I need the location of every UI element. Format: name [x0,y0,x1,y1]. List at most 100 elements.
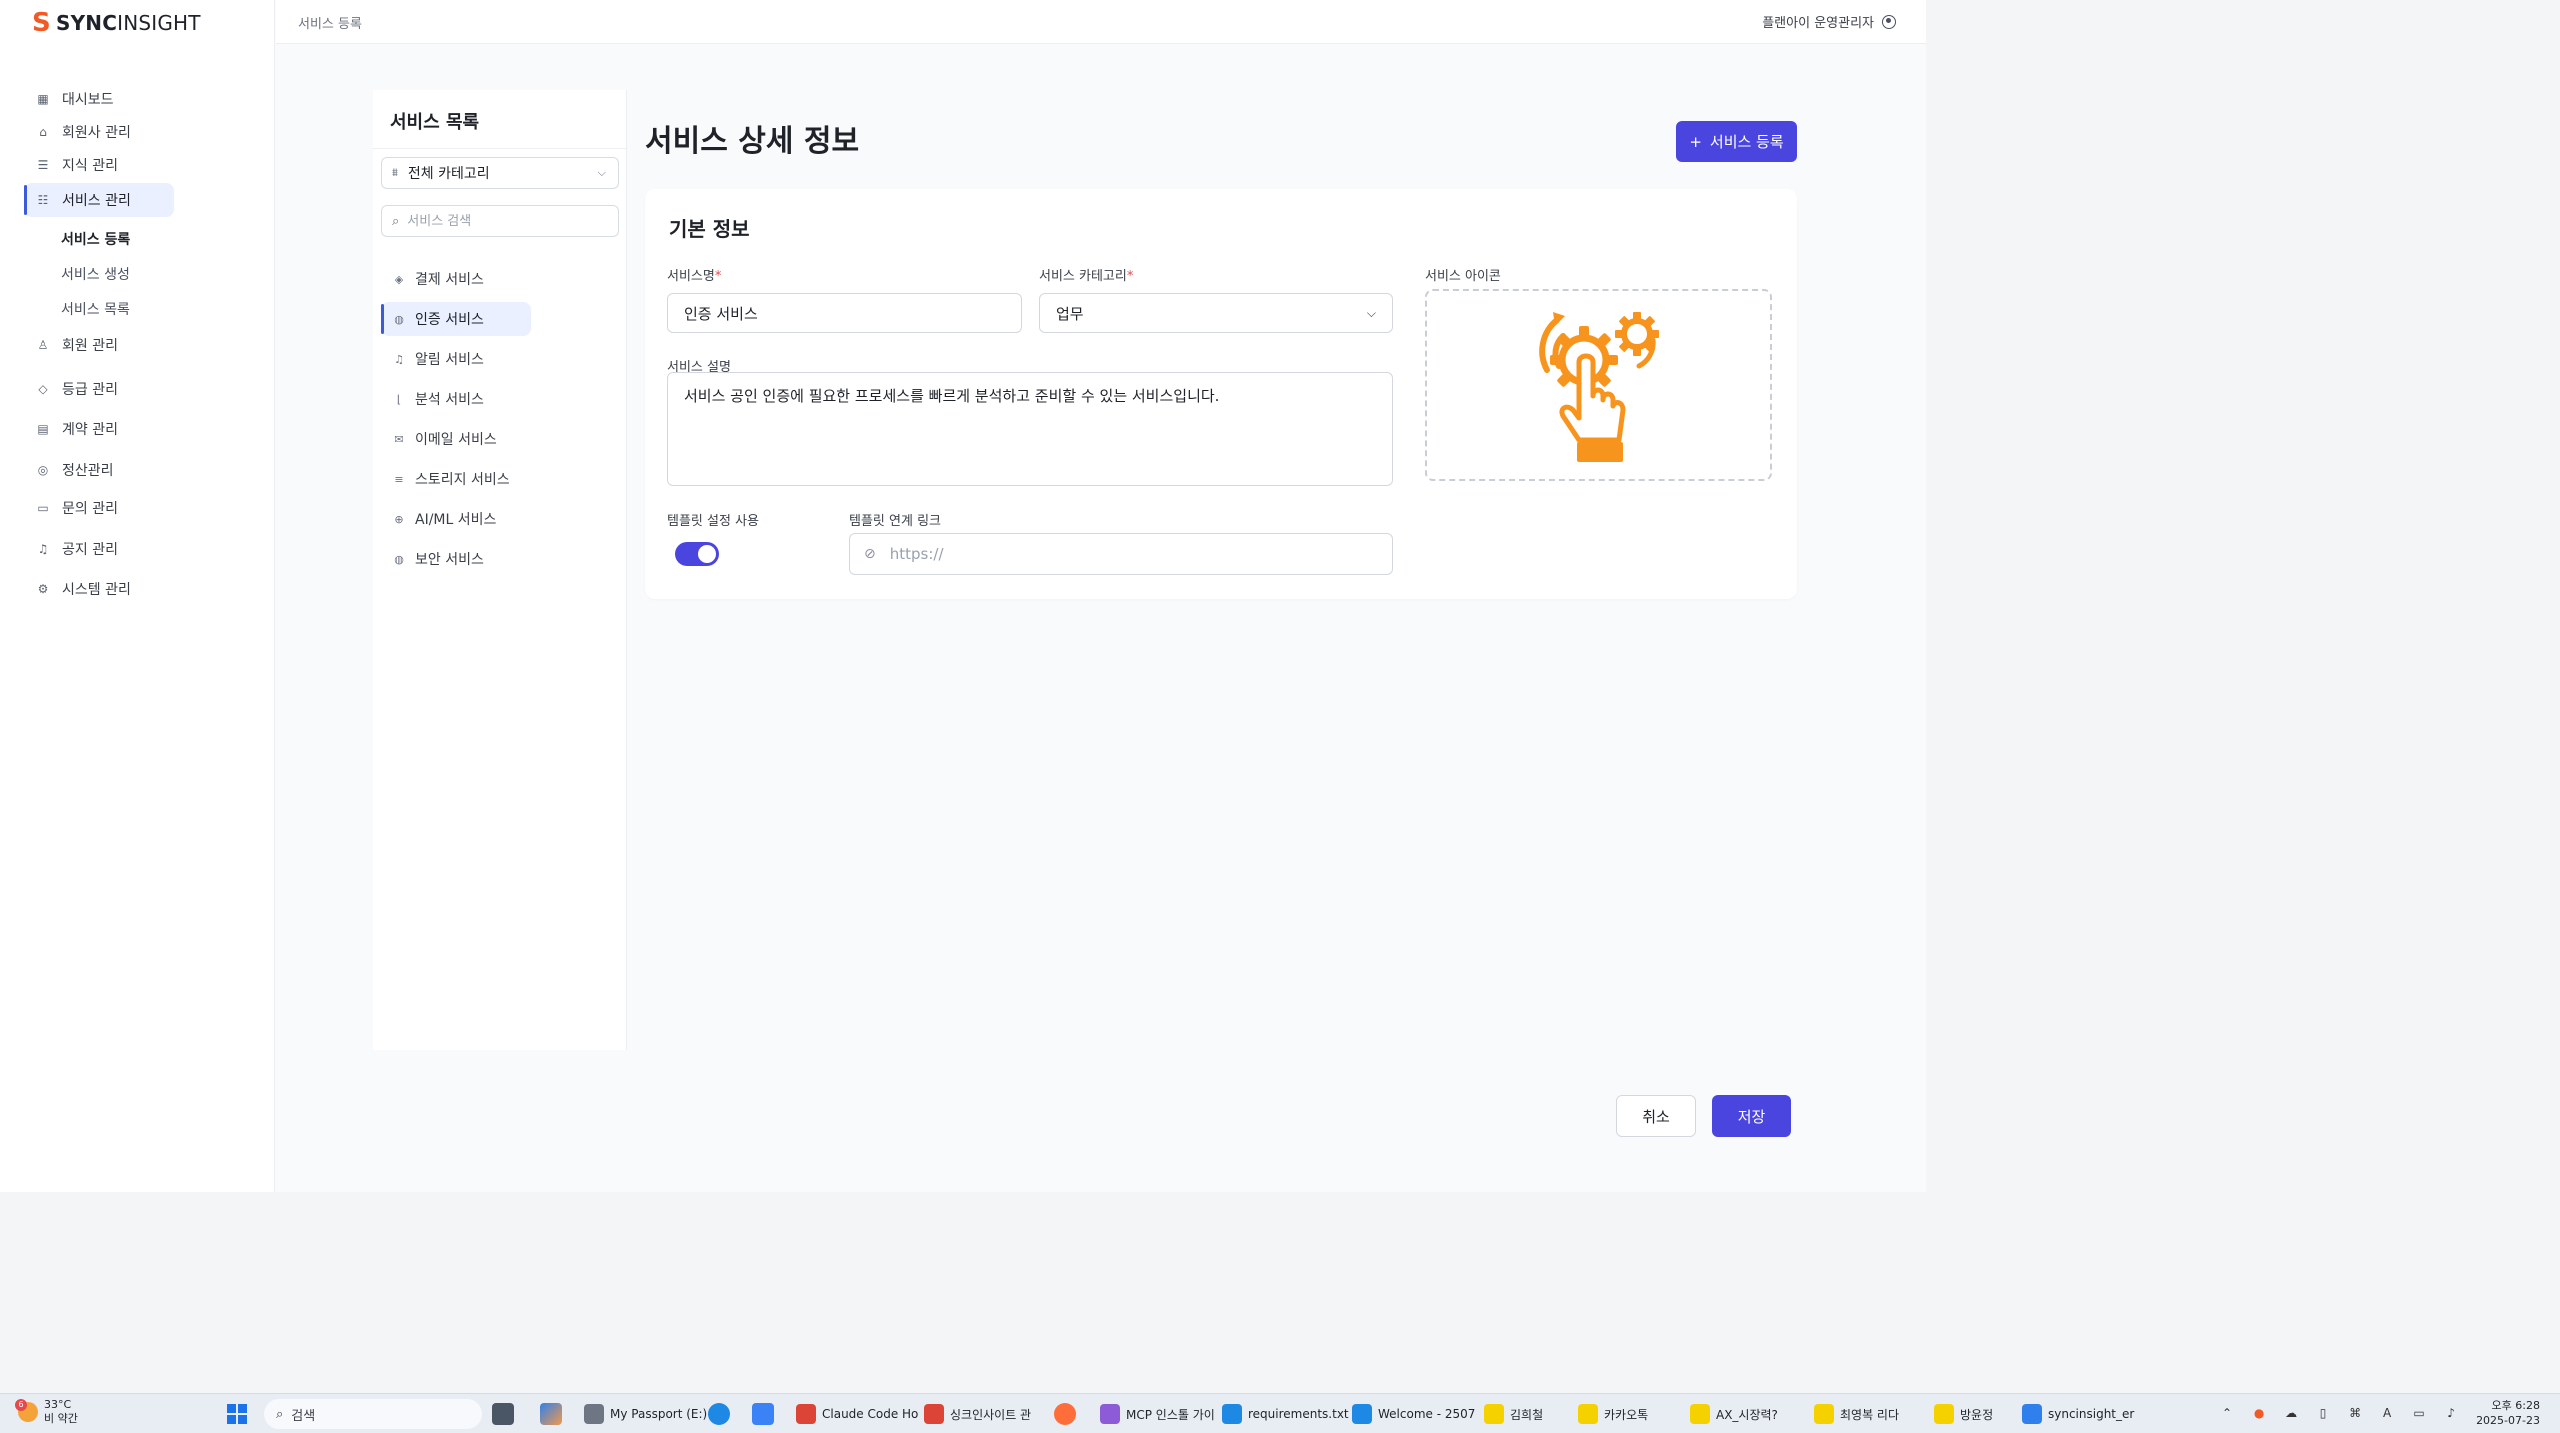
service-name-field[interactable]: 인증 서비스 [667,293,1022,333]
battery-icon[interactable]: ▯ [2316,1406,2330,1420]
service-list-item[interactable]: ✉ 이메일 서비스 [381,422,531,456]
user-menu[interactable]: 플랜아이 운영관리자 [1762,12,1896,31]
service-items: ◈ 결제 서비스 ◍ 인증 서비스 ♫ 알림 서비스 ⌊ 분석 서비스 ✉ 이메일 서비스 ≡ 스토리… [381,262,619,582]
sidebar-item-label: 정산관리 [62,463,114,479]
chevron-up-icon[interactable]: ⌃ [2220,1406,2234,1420]
sidebar-item-label: 회원사 관리 [62,125,131,141]
taskbar-app-label: 방윤정 [1960,1407,1994,1422]
clock[interactable]: 오후 6:28 2025-07-23 [2476,1398,2540,1428]
cancel-button[interactable]: 취소 [1616,1095,1696,1137]
register-service-button[interactable]: + 서비스 등록 [1676,121,1797,162]
breadcrumb: 서비스 등록 [298,17,362,32]
sidebar-item-label: 공지 관리 [62,542,118,558]
service-list-item[interactable]: ⊕ AI/ML 서비스 [381,502,531,536]
user-icon: ♙ [37,338,49,352]
service-icon-upload[interactable] [1425,289,1772,481]
sidebar-item-0[interactable]: ▦ 대시보드 [24,82,264,116]
sidebar-item-4[interactable]: ♙ 회원 관리 [24,328,264,362]
touch-gear-icon [1538,312,1659,462]
taskbar-app[interactable]: Claude Code Ho [796,1402,918,1426]
sidebar-item-5[interactable]: ◇ 등급 관리 [24,372,264,406]
shield-icon: ◍ [394,312,404,326]
ime-indicator[interactable]: A [2380,1406,2394,1420]
taskbar-search-label: 검색 [291,1408,316,1424]
weather-temp: 33°C [44,1398,72,1411]
taskbar-app[interactable]: 카카오톡 [1578,1402,1648,1426]
taskbar-app[interactable]: My Passport (E:) [584,1402,707,1426]
service-list-item[interactable]: ≡ 스토리지 서비스 [381,462,531,496]
top-bar: 서비스 등록 플랜아이 운영관리자 [276,0,1926,44]
weather-widget[interactable]: 6 33°C 비 약간 [15,1398,78,1426]
sync-logo-icon: S [32,8,51,38]
taskbar-app-label: 카카오톡 [1604,1407,1649,1422]
service-description-textarea[interactable]: 서비스 공인 인증에 필요한 프로세스를 빠르게 분석하고 준비할 수 있는 서… [667,372,1393,486]
service-list-item[interactable]: ♫ 알림 서비스 [381,342,531,376]
sidebar-item-1[interactable]: ⌂ 회원사 관리 [24,115,264,149]
service-name-label: 서비스명* [667,269,722,284]
chat-icon: ▭ [37,501,49,515]
service-search[interactable]: ⌕ [381,205,619,237]
sidebar-item-6[interactable]: ▤ 계약 관리 [24,412,264,446]
app-icon [1100,1404,1120,1424]
taskbar-app-label: 김희철 [1510,1407,1544,1422]
edge-icon[interactable] [708,1402,730,1426]
basic-info-card: 기본 정보 서비스명* 인증 서비스 서비스 카테고리* 업무 ⌵ 서비스 아이… [645,189,1797,599]
sidebar-item-7[interactable]: ◎ 정산관리 [24,453,264,487]
display-icon[interactable]: ▭ [2412,1406,2426,1420]
template-link-input[interactable] [889,545,1370,563]
sidebar-item-10[interactable]: ⚙ 시스템 관리 [24,572,264,606]
network-tray-icon[interactable]: ⌘ [2348,1406,2362,1420]
template-link-field[interactable]: ⊘ [849,533,1393,575]
service-category-select[interactable]: 업무 ⌵ [1039,293,1393,333]
store-icon[interactable] [752,1402,774,1426]
taskbar-app-label: Claude Code Ho [822,1407,919,1421]
taskbar-app[interactable]: syncinsight_er [2022,1402,2134,1426]
windows-start-icon[interactable] [227,1404,247,1424]
app-icon [1578,1404,1598,1424]
taskbar-app[interactable]: 김희철 [1484,1402,1543,1426]
taskbar-app[interactable]: 최영복 리다 [1814,1402,1899,1426]
taskbar-app[interactable]: 싱크인사이트 관 [924,1402,1031,1426]
chevron-down-icon: ⌵ [597,166,606,179]
service-search-input[interactable] [407,213,598,229]
save-button[interactable]: 저장 [1712,1095,1791,1137]
service-list-item[interactable]: ◍ 보안 서비스 [381,542,531,576]
brand-logo[interactable]: S SYNCINSIGHT [32,10,201,36]
service-list-item-label: 알림 서비스 [415,352,484,368]
service-list-item[interactable]: ⌊ 분석 서비스 [381,382,531,416]
service-list-item[interactable]: ◈ 결제 서비스 [381,262,531,296]
service-list-item-label: AI/ML 서비스 [415,512,497,528]
bell-icon: ♫ [37,542,49,556]
chart-icon: ⌊ [396,392,402,406]
service-list-title: 서비스 목록 [390,112,480,133]
template-toggle[interactable] [675,542,719,566]
taskbar-search[interactable]: ⌕ 검색 [264,1399,482,1429]
sidebar-subitem-2[interactable]: 서비스 목록 [61,293,264,328]
ai-icon: ⊕ [394,512,404,526]
sidebar-item-label: 서비스 관리 [62,193,131,209]
sidebar-item-3[interactable]: ☷ 서비스 관리 [24,183,174,217]
system-tray: ⌃ ● ☁ ▯ ⌘ A ▭ ♪ 오후 6:28 2025-07-23 [2220,1398,2540,1428]
firefox-icon[interactable] [1054,1402,1076,1426]
service-list-item[interactable]: ◍ 인증 서비스 [381,302,531,336]
sidebar-subitem-1[interactable]: 서비스 생성 [61,258,264,293]
sidebar-item-8[interactable]: ▭ 문의 관리 [24,491,264,525]
copilot-icon[interactable] [540,1402,562,1426]
taskview-icon[interactable] [492,1402,514,1426]
sidebar-item-9[interactable]: ♫ 공지 관리 [24,532,264,566]
sidebar-item-2[interactable]: ☰ 지식 관리 [24,148,264,182]
taskbar-app[interactable]: MCP 인스톨 가이 [1100,1402,1215,1426]
taskbar-app[interactable]: Welcome - 2507 [1352,1402,1475,1426]
cloud-icon[interactable]: ☁ [2284,1406,2298,1420]
sidebar-subitem-0[interactable]: 서비스 등록 [61,223,264,258]
search-icon: ⌕ [392,213,400,229]
weather-desc: 비 약간 [44,1412,78,1425]
category-filter-select[interactable]: ⩩ 전체 카테고리 ⌵ [381,157,619,189]
template-link-label: 템플릿 연계 링크 [849,514,941,529]
speaker-icon[interactable]: ♪ [2444,1406,2458,1420]
taskbar-app[interactable]: AX_시장력? [1690,1402,1778,1426]
taskbar-app[interactable]: 방윤정 [1934,1402,1993,1426]
app-icon [1484,1404,1504,1424]
taskbar-app[interactable]: requirements.txt [1222,1402,1349,1426]
tray-app-icon[interactable]: ● [2252,1406,2266,1420]
